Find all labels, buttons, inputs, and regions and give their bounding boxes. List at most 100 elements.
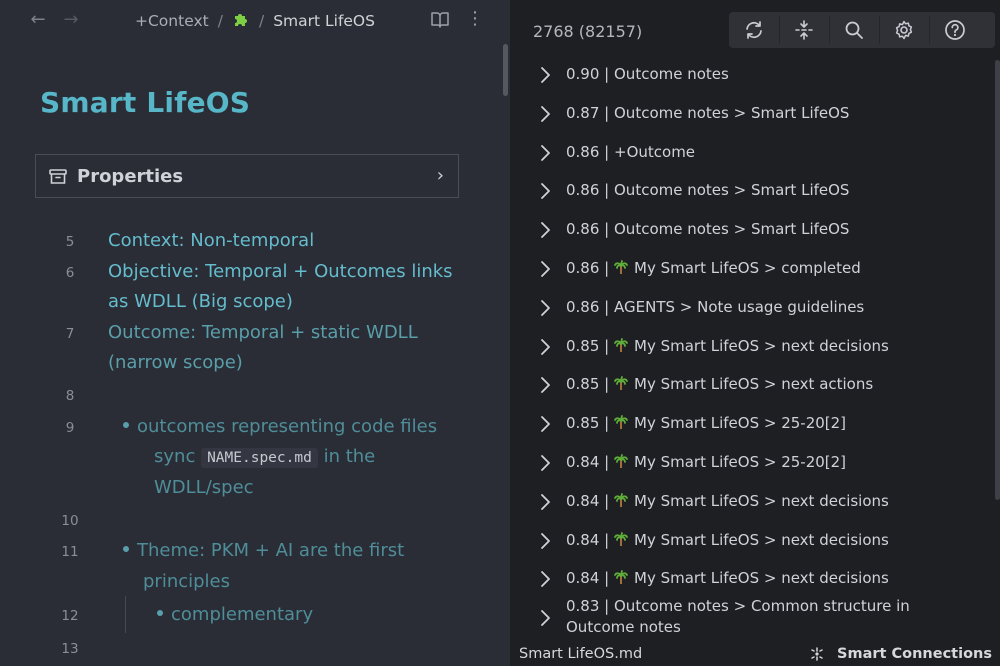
expand-collapse-icon[interactable] <box>781 15 827 45</box>
more-options-icon[interactable]: ⋮ <box>466 10 484 30</box>
toolbar-divider <box>929 16 930 44</box>
connection-result-row[interactable]: 0.84 | My Smart LifeOS > next decisions <box>510 560 990 598</box>
editor-line-objective[interactable]: Objective: Temporal + Outcomes links <box>108 261 453 282</box>
connection-result-text: 0.86 | Outcome notes > Smart LifeOS <box>566 181 850 200</box>
chevron-right-icon[interactable] <box>539 376 551 394</box>
editor-line-outcome-wrap[interactable]: (narrow scope) <box>108 352 243 373</box>
archive-box-icon <box>48 167 68 187</box>
editor-bullet-outcomes[interactable]: outcomes representing code files <box>123 416 437 437</box>
line-number: 10 <box>61 513 79 529</box>
line-number: 7 <box>65 326 75 342</box>
line-number: 13 <box>61 641 79 657</box>
bullet-marker <box>123 422 129 428</box>
note-title: Smart LifeOS <box>40 86 251 119</box>
connection-result-text: 0.87 | Outcome notes > Smart LifeOS <box>566 103 850 122</box>
chevron-right-icon[interactable] <box>539 532 551 550</box>
line-number: 9 <box>65 420 75 436</box>
line-number: 6 <box>65 265 75 281</box>
connection-score: 0.86 <box>566 142 600 161</box>
refresh-icon[interactable] <box>731 15 777 45</box>
chevron-right-icon[interactable] <box>539 260 551 278</box>
reading-view-book-icon[interactable] <box>430 11 450 29</box>
line-number: 11 <box>61 544 79 560</box>
connection-score: 0.86 <box>566 220 600 239</box>
bullet-text: Theme: PKM + AI are the first <box>137 540 405 561</box>
chevron-right-icon[interactable] <box>539 105 551 123</box>
editor-line-context[interactable]: Context: Non-temporal <box>108 230 314 251</box>
chevron-right-icon[interactable] <box>539 182 551 200</box>
palm-tree-icon <box>614 570 634 587</box>
settings-icon[interactable] <box>881 15 927 45</box>
connection-score: 0.83 <box>566 597 600 616</box>
editor-bullet-complementary[interactable]: complementary <box>157 604 313 625</box>
connection-score: 0.85 <box>566 336 600 355</box>
connection-label: Outcome notes > Common structure in Outc… <box>566 597 910 637</box>
connection-result-row[interactable]: 0.87 | Outcome notes > Smart LifeOS <box>510 95 990 133</box>
breadcrumb-current[interactable]: Smart LifeOS <box>273 12 375 30</box>
chevron-right-icon[interactable] <box>539 221 551 239</box>
chevron-right-icon[interactable] <box>539 570 551 588</box>
connection-result-row[interactable]: 0.83 | Outcome notes > Common structure … <box>510 597 990 637</box>
connection-result-text: 0.86 | AGENTS > Note usage guidelines <box>566 297 865 316</box>
editor-bullet-outcomes-wrap[interactable]: sync NAME.spec.md in the <box>154 446 375 468</box>
editor-bullet-theme[interactable]: Theme: PKM + AI are the first <box>123 540 404 561</box>
status-bar: Smart LifeOS.md Smart Connections <box>510 644 1000 666</box>
connection-result-text: 0.84 | My Smart LifeOS > next decisions <box>566 491 889 510</box>
connection-result-text: 0.84 | My Smart LifeOS > next decisions <box>566 569 889 588</box>
connection-result-row[interactable]: 0.86 | Outcome notes > Smart LifeOS <box>510 211 990 249</box>
editor-bullet-theme-wrap[interactable]: principles <box>143 571 230 592</box>
connection-result-row[interactable]: 0.85 | My Smart LifeOS > 25-20[2] <box>510 405 990 443</box>
connections-scrollbar[interactable] <box>995 60 1000 500</box>
editor-bullet-outcomes-wrap2[interactable]: WDLL/spec <box>154 477 254 498</box>
connection-result-row[interactable]: 0.86 | AGENTS > Note usage guidelines <box>510 289 990 327</box>
search-icon[interactable] <box>831 15 877 45</box>
smart-connections-label: Smart Connections <box>837 646 992 662</box>
connection-result-row[interactable]: 0.86 | My Smart LifeOS > completed <box>510 250 990 288</box>
chevron-right-icon[interactable] <box>539 493 551 511</box>
line-number: 5 <box>65 234 75 250</box>
connection-score: 0.85 <box>566 375 600 394</box>
chevron-right-icon[interactable] <box>539 338 551 356</box>
chevron-right-icon[interactable] <box>539 144 551 162</box>
connection-result-text: 0.85 | My Smart LifeOS > next actions <box>566 375 874 394</box>
connection-result-text: 0.84 | My Smart LifeOS > 25-20[2] <box>566 453 847 471</box>
connection-label: Outcome notes > Smart LifeOS <box>614 220 850 239</box>
puzzle-piece-icon[interactable] <box>232 10 250 32</box>
status-file-name: Smart LifeOS.md <box>519 646 643 662</box>
chevron-right-icon: › <box>436 165 444 186</box>
connection-label: Outcome notes > Smart LifeOS <box>614 181 850 200</box>
connection-result-row[interactable]: 0.84 | My Smart LifeOS > next decisions <box>510 483 990 521</box>
help-icon[interactable] <box>932 15 978 45</box>
connection-label: Outcome notes <box>614 65 729 83</box>
breadcrumb: +Context / / Smart LifeOS <box>135 10 375 32</box>
editor-line-outcome[interactable]: Outcome: Temporal + static WDLL <box>108 322 418 343</box>
editor-header: ← → +Context / / Smart LifeOS ⋮ <box>0 0 510 40</box>
smart-connections-icon <box>811 647 823 661</box>
chevron-right-icon[interactable] <box>539 609 551 627</box>
connections-panel: 2768 (82157) 0.90 | Outcome notes 0.87 | … <box>510 0 1000 666</box>
connection-label: AGENTS > Note usage guidelines <box>614 297 865 316</box>
chevron-right-icon[interactable] <box>539 415 551 433</box>
toolbar-divider <box>779 16 780 44</box>
connection-label: My Smart LifeOS > next decisions <box>634 569 889 588</box>
connection-label: Outcome notes > Smart LifeOS <box>614 103 850 122</box>
connection-result-row[interactable]: 0.85 | My Smart LifeOS > next decisions <box>510 328 990 366</box>
chevron-right-icon[interactable] <box>539 299 551 317</box>
connection-result-row[interactable]: 0.85 | My Smart LifeOS > next actions <box>510 366 990 404</box>
connection-result-row[interactable]: 0.86 | Outcome notes > Smart LifeOS <box>510 172 990 210</box>
back-arrow-icon[interactable]: ← <box>28 10 48 30</box>
chevron-right-icon[interactable] <box>539 66 551 84</box>
breadcrumb-folder[interactable]: +Context <box>135 12 209 30</box>
palm-tree-icon <box>614 260 634 277</box>
forward-arrow-icon[interactable]: → <box>61 10 81 30</box>
connection-result-row[interactable]: 0.84 | My Smart LifeOS > next decisions <box>510 522 990 560</box>
editor-scrollbar[interactable] <box>503 44 508 96</box>
editor-line-objective-wrap[interactable]: as WDLL (Big scope) <box>108 291 293 312</box>
properties-toggle[interactable]: Properties › <box>35 154 459 198</box>
connection-score: 0.85 <box>566 414 600 433</box>
connection-result-row[interactable]: 0.90 | Outcome notes <box>510 56 990 94</box>
chevron-right-icon[interactable] <box>539 454 551 472</box>
connection-result-row[interactable]: 0.84 | My Smart LifeOS > 25-20[2] <box>510 444 990 482</box>
connection-result-row[interactable]: 0.86 | +Outcome <box>510 134 990 172</box>
smart-connections-status[interactable]: Smart Connections <box>809 646 992 662</box>
